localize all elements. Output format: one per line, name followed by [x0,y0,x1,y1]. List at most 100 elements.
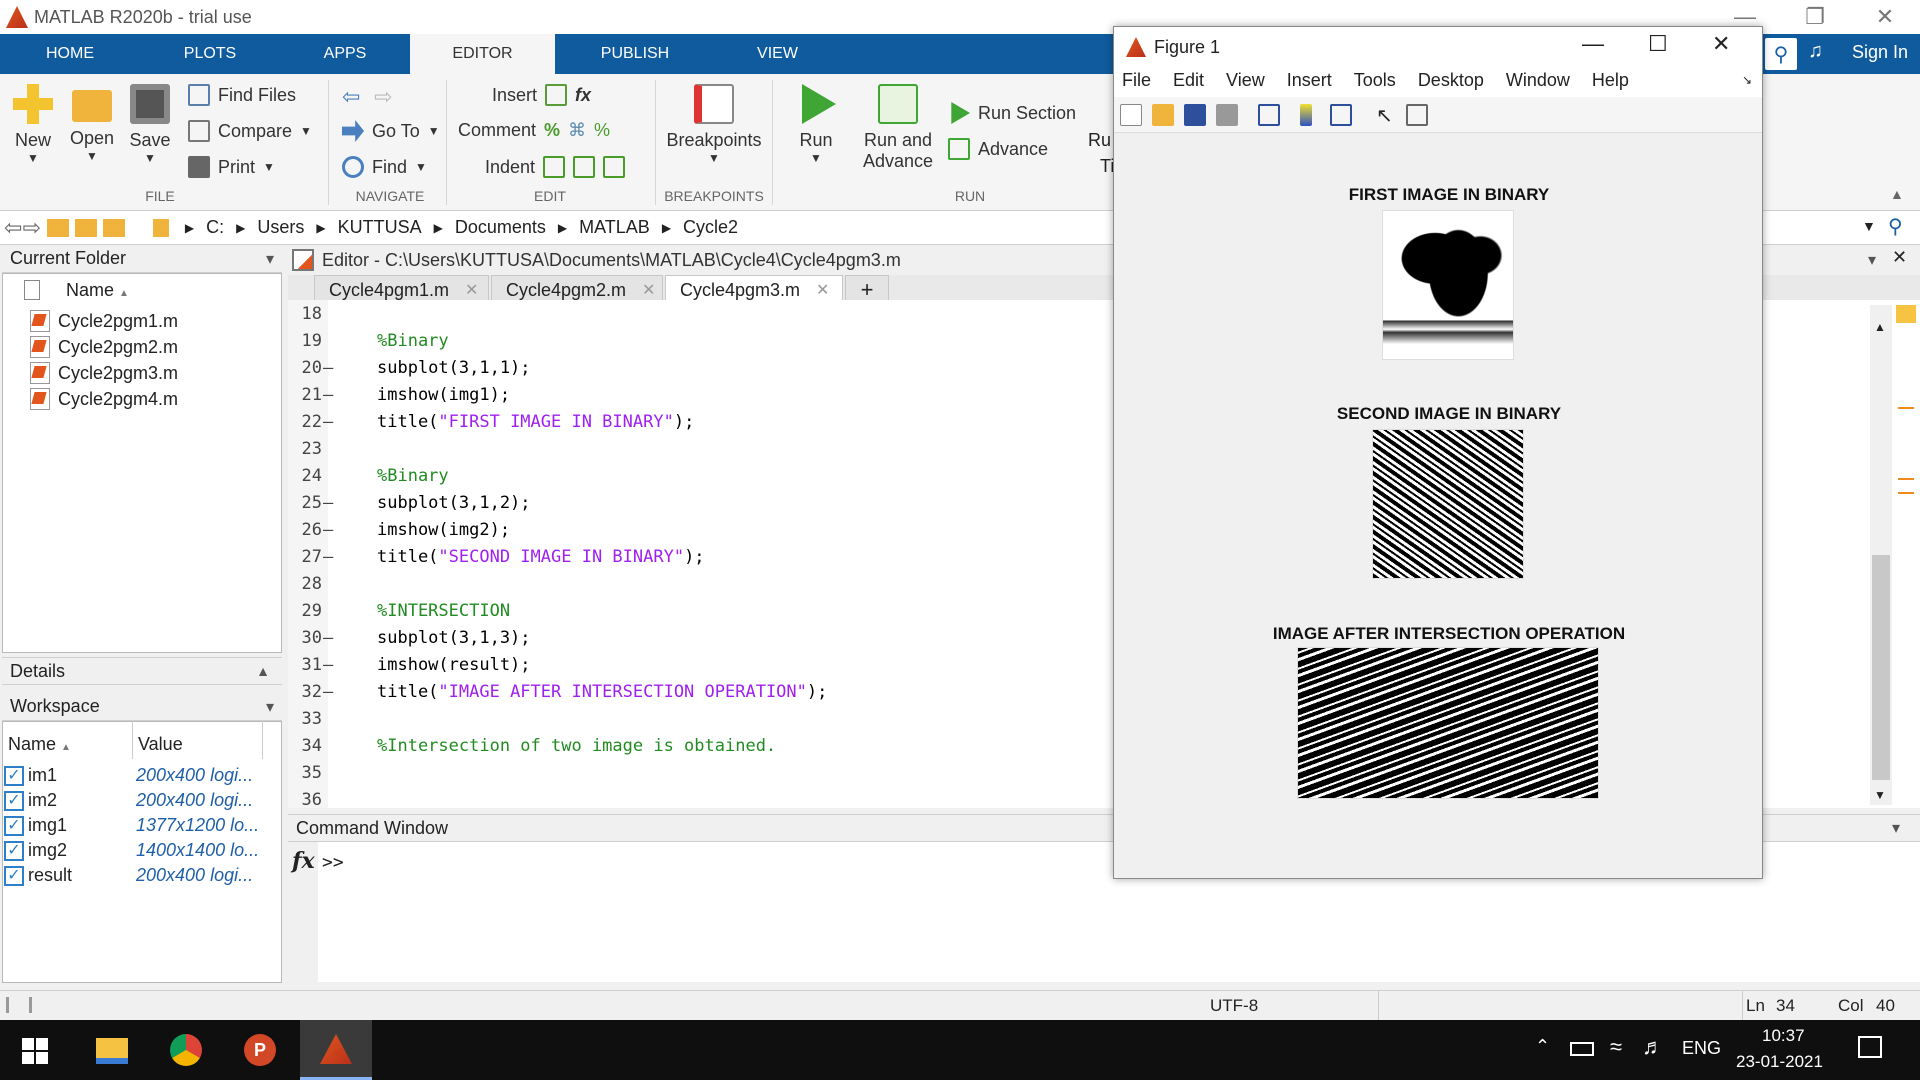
new-button[interactable]: New ▼ [6,74,60,165]
battery-icon[interactable] [1570,1042,1594,1056]
sign-in-link[interactable]: Sign In [1852,42,1908,63]
fx-icon[interactable]: fx [575,85,591,106]
breadcrumb-kuttusa[interactable]: KUTTUSA [338,217,422,238]
breadcrumb-c[interactable]: C: [206,217,224,238]
table-row[interactable]: ✓ im2 200x400 logi... [4,788,274,813]
comment-button[interactable]: Comment% ⌘% [458,120,610,141]
compare-button[interactable]: Compare ▼ [188,120,312,142]
tab-editor[interactable]: EDITOR [410,34,555,74]
code-line[interactable]: imshow(img1); [377,385,510,405]
back-arrow-icon[interactable]: ⇦ [4,215,22,241]
property-editor-icon[interactable] [1406,104,1428,126]
code-line[interactable]: imshow(result); [377,655,531,675]
panel-menu-icon[interactable]: ▾ [266,249,274,269]
language-indicator[interactable]: ENG [1682,1038,1721,1059]
breadcrumb-matlab[interactable]: MATLAB [579,217,650,238]
collapse-ribbon-icon[interactable]: ▲ [1890,186,1904,202]
run-section-button[interactable]: Run Section [948,102,1076,124]
chevron-down-icon[interactable]: ▼ [1862,218,1876,234]
volume-icon[interactable]: ♬ [1642,1034,1664,1060]
warning-marker[interactable] [1898,478,1914,480]
browse-folder-icon-2[interactable] [102,218,125,237]
restore-icon[interactable]: ❐ [1780,0,1850,34]
scroll-up-icon[interactable]: ▲ [1874,320,1886,334]
wrap-comment-icon[interactable]: % [594,120,610,141]
table-row[interactable]: ✓ img1 1377x1200 lo... [4,813,274,838]
breakpoint-marker[interactable]: — [323,412,333,432]
dock-arrow-icon[interactable]: ↘ [1742,73,1752,87]
close-tab-icon[interactable]: ✕ [816,280,829,300]
warning-indicator[interactable] [1896,305,1916,323]
insert-button[interactable]: Insert fx [492,84,591,106]
table-row[interactable]: ✓ img2 1400x1400 lo... [4,838,274,863]
code-line[interactable]: subplot(3,1,3); [377,628,531,648]
warning-marker[interactable] [1898,407,1914,409]
breakpoint-marker[interactable]: — [323,682,333,702]
figure-close-icon[interactable]: ✕ [1712,31,1730,57]
breadcrumb-users[interactable]: Users [257,217,304,238]
run-and-advance-button[interactable]: Run and Advance [858,74,938,172]
menu-view[interactable]: View [1226,70,1265,91]
panel-menu-icon[interactable]: ▾ [266,697,274,717]
list-item[interactable]: Cycle2pgm1.m [30,310,178,332]
menu-tools[interactable]: Tools [1354,70,1396,91]
scrollbar-thumb[interactable] [1872,555,1890,780]
save-button[interactable]: Save ▼ [122,74,178,165]
chevron-up-icon[interactable]: ⌃ [1535,1036,1550,1057]
menu-desktop[interactable]: Desktop [1418,70,1484,91]
figure-minimize-icon[interactable]: — [1582,31,1604,57]
indent-decrease-icon[interactable] [603,156,626,178]
menu-insert[interactable]: Insert [1287,70,1332,91]
table-row[interactable]: ✓ result 200x400 logi... [4,863,274,888]
find-button[interactable]: Find ▼ [342,156,427,178]
checkbox[interactable]: ✓ [4,815,24,836]
checkbox[interactable]: ✓ [4,865,24,886]
menu-edit[interactable]: Edit [1173,70,1204,91]
list-item[interactable]: Cycle2pgm2.m [30,336,178,358]
smart-indent-icon[interactable] [543,156,566,178]
checkbox[interactable]: ✓ [4,840,24,861]
panel-menu-icon[interactable]: ▾ [1892,818,1900,838]
warning-marker[interactable] [1898,492,1914,494]
code-line[interactable]: %Binary [377,331,449,351]
notification-icon[interactable] [1858,1036,1882,1058]
search-folder-icon[interactable]: ⚲ [1888,214,1903,239]
breakpoint-marker[interactable]: — [323,655,333,675]
print-figure-icon[interactable] [1216,104,1238,126]
file-explorer-icon[interactable] [96,1038,128,1064]
indent-increase-icon[interactable] [573,156,596,178]
breadcrumb-documents[interactable]: Documents [455,217,546,238]
find-files-button[interactable]: Find Files [188,84,296,106]
list-item[interactable]: Cycle2pgm4.m [30,388,178,410]
breakpoint-marker[interactable]: — [323,547,333,567]
code-line[interactable]: %INTERSECTION [377,601,510,621]
scroll-down-icon[interactable]: ▼ [1874,788,1886,802]
breakpoint-marker[interactable]: — [323,493,333,513]
breakpoints-button[interactable]: Breakpoints ▼ [662,74,766,165]
breadcrumb-cycle2[interactable]: Cycle2 [683,217,738,238]
code-line[interactable]: title("IMAGE AFTER INTERSECTION OPERATIO… [377,682,827,702]
close-editor-icon[interactable]: ✕ [1892,247,1907,268]
checkbox[interactable]: ✓ [4,790,24,811]
breakpoint-marker[interactable]: — [323,520,333,540]
tab-view[interactable]: VIEW [715,34,840,74]
table-row[interactable]: ✓ im1 200x400 logi... [4,763,274,788]
forward-arrow-icon[interactable]: ⇨ [22,215,40,241]
browse-folder-icon[interactable] [74,218,97,237]
forward-arrow-icon[interactable]: ⇨ [374,84,392,110]
close-tab-icon[interactable]: ✕ [465,280,478,300]
menu-help[interactable]: Help [1592,70,1629,91]
run-button[interactable]: Run ▼ [786,74,846,165]
chevron-up-icon[interactable]: ▲ [256,663,270,679]
tab-home[interactable]: HOME [0,34,140,74]
workspace-value-column[interactable]: Value [138,734,183,755]
up-folder-icon[interactable] [46,218,69,237]
run-and-time-button[interactable]: Ru [1088,130,1111,151]
details-header[interactable]: Details ▲ [2,657,282,685]
code-line[interactable]: imshow(img2); [377,520,510,540]
panel-menu-icon[interactable]: ▾ [1868,250,1876,270]
colorbar-icon[interactable] [1300,104,1312,126]
tab-publish[interactable]: PUBLISH [555,34,715,74]
code-line[interactable]: subplot(3,1,2); [377,493,531,513]
link-plot-icon[interactable] [1258,104,1280,126]
